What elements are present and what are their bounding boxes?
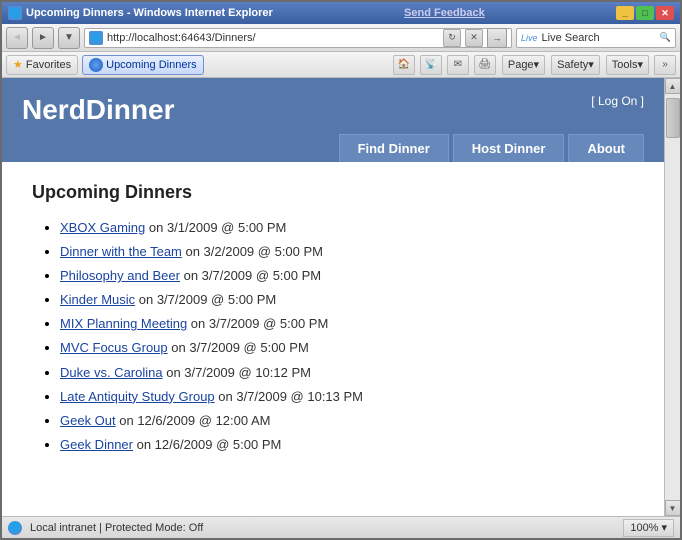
about-tab[interactable]: About [568, 134, 644, 162]
site-title: NerdDinner [22, 94, 174, 126]
dinner-date: on 3/7/2009 @ 10:12 PM [163, 365, 311, 380]
nav-bar: ◄ ► ▼ 🌐 http://localhost:64643/Dinners/ … [2, 24, 680, 52]
dinner-date: on 3/7/2009 @ 5:00 PM [180, 268, 321, 283]
dropdown-button[interactable]: ▼ [58, 27, 80, 49]
main-body: Upcoming Dinners XBOX Gaming on 3/1/2009… [2, 162, 664, 516]
search-input[interactable]: Live Search [542, 32, 656, 44]
dinner-link[interactable]: MIX Planning Meeting [60, 316, 187, 331]
dinner-date: on 3/7/2009 @ 5:00 PM [168, 340, 309, 355]
dinner-list-item: Dinner with the Team on 3/2/2009 @ 5:00 … [60, 241, 634, 263]
scrollbar[interactable]: ▲ ▼ [664, 78, 680, 516]
dinner-date: on 3/2/2009 @ 5:00 PM [182, 244, 323, 259]
dinner-list: XBOX Gaming on 3/1/2009 @ 5:00 PMDinner … [32, 217, 634, 456]
dinner-link[interactable]: Duke vs. Carolina [60, 365, 163, 380]
forward-button[interactable]: ► [32, 27, 54, 49]
page-menu[interactable]: Page▾ [502, 55, 545, 75]
page-icon: 🌐 [89, 31, 103, 45]
dinner-link[interactable]: Philosophy and Beer [60, 268, 180, 283]
browser-tab[interactable]: Upcoming Dinners [82, 55, 203, 75]
dinner-link[interactable]: MVC Focus Group [60, 340, 168, 355]
star-icon: ★ [13, 58, 23, 71]
tools-menu[interactable]: Tools▾ [606, 55, 649, 75]
dinner-link[interactable]: XBOX Gaming [60, 220, 145, 235]
dinner-date: on 3/7/2009 @ 5:00 PM [187, 316, 328, 331]
refresh-button[interactable]: ↻ [443, 29, 461, 47]
upcoming-title: Upcoming Dinners [32, 182, 634, 203]
ie-icon [89, 58, 103, 72]
stop-button[interactable]: ✕ [465, 29, 483, 47]
dinner-list-item: Kinder Music on 3/7/2009 @ 5:00 PM [60, 289, 634, 311]
favorites-label: Favorites [26, 59, 71, 71]
dinner-date: on 12/6/2009 @ 5:00 PM [133, 437, 281, 452]
dinner-list-item: XBOX Gaming on 3/1/2009 @ 5:00 PM [60, 217, 634, 239]
dinner-list-item: Late Antiquity Study Group on 3/7/2009 @… [60, 386, 634, 408]
host-dinner-tab[interactable]: Host Dinner [453, 134, 565, 162]
search-bar[interactable]: Live Live Search 🔍 [516, 28, 676, 48]
toolbar-row: ★ Favorites Upcoming Dinners 🏠 📡 ✉ 🖨 Pag… [2, 52, 680, 78]
search-button[interactable]: 🔍 [660, 32, 671, 43]
dinner-date: on 3/7/2009 @ 5:00 PM [135, 292, 276, 307]
close-button[interactable]: ✕ [656, 6, 674, 20]
feeds-button[interactable]: 📡 [420, 55, 442, 75]
favorites-button[interactable]: ★ Favorites [6, 55, 78, 75]
address-text: http://localhost:64643/Dinners/ [107, 32, 439, 44]
zoom-dropdown-icon[interactable]: ▾ [661, 521, 667, 534]
scroll-down-arrow[interactable]: ▼ [665, 500, 681, 516]
dinner-list-item: MIX Planning Meeting on 3/7/2009 @ 5:00 … [60, 313, 634, 335]
dinner-link[interactable]: Dinner with the Team [60, 244, 182, 259]
status-icon: 🌐 [8, 521, 22, 535]
tab-label: Upcoming Dinners [106, 59, 196, 71]
title-bar: 🌐 Upcoming Dinners - Windows Internet Ex… [2, 2, 680, 24]
page-content: NerdDinner [ Log On ] Find Dinner Host D… [2, 78, 664, 516]
nav-tabs: Find Dinner Host Dinner About [2, 134, 664, 162]
browser-icon: 🌐 [8, 6, 22, 20]
safety-menu[interactable]: Safety▾ [551, 55, 600, 75]
dinner-list-item: Geek Out on 12/6/2009 @ 12:00 AM [60, 410, 634, 432]
dinner-link[interactable]: Late Antiquity Study Group [60, 389, 215, 404]
window-title: Upcoming Dinners - Windows Internet Expl… [26, 7, 273, 19]
zoom-level: 100% [630, 522, 658, 534]
back-button[interactable]: ◄ [6, 27, 28, 49]
home-button[interactable]: 🏠 [393, 55, 415, 75]
go-button[interactable]: → [487, 28, 507, 48]
dinner-list-item: Geek Dinner on 12/6/2009 @ 5:00 PM [60, 434, 634, 456]
dinner-link[interactable]: Kinder Music [60, 292, 135, 307]
status-text: Local intranet | Protected Mode: Off [30, 522, 615, 534]
dinner-date: on 3/7/2009 @ 10:13 PM [215, 389, 363, 404]
site-header: NerdDinner [ Log On ] [2, 78, 664, 134]
scroll-thumb[interactable] [666, 98, 680, 138]
dinner-date: on 12/6/2009 @ 12:00 AM [116, 413, 271, 428]
dinner-list-item: Philosophy and Beer on 3/7/2009 @ 5:00 P… [60, 265, 634, 287]
log-on-link[interactable]: [ Log On ] [591, 94, 644, 108]
find-dinner-tab[interactable]: Find Dinner [339, 134, 449, 162]
dinner-list-item: MVC Focus Group on 3/7/2009 @ 5:00 PM [60, 337, 634, 359]
feedback-link[interactable]: Send Feedback [404, 7, 485, 19]
scroll-up-arrow[interactable]: ▲ [665, 78, 681, 94]
maximize-button[interactable]: □ [636, 6, 654, 20]
minimize-button[interactable]: _ [616, 6, 634, 20]
more-button[interactable]: » [654, 55, 676, 75]
search-logo: Live [521, 33, 538, 43]
content-area: NerdDinner [ Log On ] Find Dinner Host D… [2, 78, 680, 516]
dinner-date: on 3/1/2009 @ 5:00 PM [145, 220, 286, 235]
address-bar[interactable]: 🌐 http://localhost:64643/Dinners/ ↻ ✕ → [84, 28, 512, 48]
print-button[interactable]: 🖨 [474, 55, 496, 75]
dinner-link[interactable]: Geek Out [60, 413, 116, 428]
browser-window: 🌐 Upcoming Dinners - Windows Internet Ex… [0, 0, 682, 540]
dinner-list-item: Duke vs. Carolina on 3/7/2009 @ 10:12 PM [60, 362, 634, 384]
dinner-link[interactable]: Geek Dinner [60, 437, 133, 452]
scroll-track[interactable] [665, 94, 681, 500]
zoom-control[interactable]: 100% ▾ [623, 519, 674, 537]
mail-button[interactable]: ✉ [447, 55, 469, 75]
status-bar: 🌐 Local intranet | Protected Mode: Off 1… [2, 516, 680, 538]
